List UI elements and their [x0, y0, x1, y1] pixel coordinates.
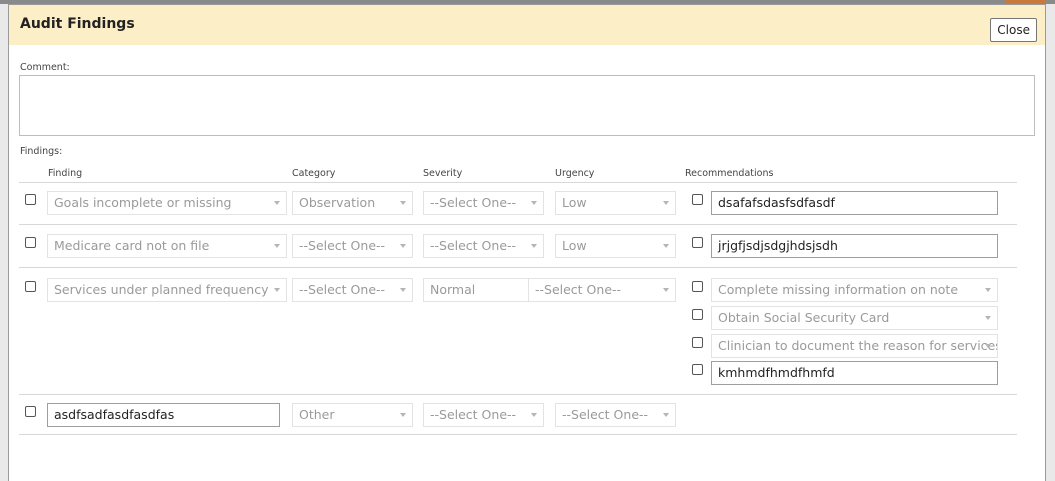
row-divider — [19, 434, 1017, 435]
caret-down-icon — [274, 288, 280, 292]
audit-findings-dialog: Audit Findings Close Comment: Findings: … — [8, 4, 1046, 481]
finding-select[interactable]: Goals incomplete or missing — [47, 191, 287, 215]
column-header-severity: Severity — [423, 168, 463, 179]
comment-textarea[interactable] — [19, 75, 1035, 136]
column-header-category: Category — [292, 168, 336, 179]
category-select[interactable]: --Select One-- — [292, 234, 413, 258]
recommendation-checkbox[interactable] — [692, 337, 703, 348]
row-divider — [19, 267, 1017, 268]
recommendation-select[interactable]: Obtain Social Security Card — [711, 306, 998, 330]
row-checkbox[interactable] — [25, 406, 36, 417]
severity-select[interactable]: --Select One-- — [423, 234, 544, 258]
findings-label: Findings: — [20, 146, 63, 157]
urgency-select-value: Low — [562, 195, 587, 210]
finding-select[interactable]: Services under planned frequency — [47, 278, 287, 302]
finding-select-value: Goals incomplete or missing — [54, 195, 232, 210]
recommendation-input[interactable]: dsafafsdasfsdfasdf — [711, 191, 998, 215]
recommendation-select-value: Complete missing information on note — [718, 282, 959, 297]
category-select[interactable]: Observation — [292, 191, 413, 215]
dialog-title: Audit Findings — [20, 16, 135, 32]
severity-select-value: --Select One-- — [430, 195, 517, 210]
urgency-select[interactable]: Low — [555, 234, 676, 258]
row-checkbox[interactable] — [25, 237, 36, 248]
row-divider — [19, 224, 1017, 225]
caret-down-icon — [531, 413, 537, 417]
recommendation-checkbox[interactable] — [692, 309, 703, 320]
category-select-value: --Select One-- — [299, 238, 386, 253]
severity-select-value: --Select One-- — [430, 407, 517, 422]
recommendation-select[interactable]: Clinician to document the reason for ser… — [711, 334, 998, 358]
caret-down-icon — [663, 288, 669, 292]
caret-down-icon — [985, 316, 991, 320]
recommendation-select-value: Obtain Social Security Card — [718, 310, 890, 325]
caret-down-icon — [663, 201, 669, 205]
caret-down-icon — [400, 244, 406, 248]
urgency-select-value: Low — [562, 238, 587, 253]
category-select-value: Observation — [299, 195, 376, 210]
caret-down-icon — [400, 201, 406, 205]
caret-down-icon — [400, 288, 406, 292]
recommendation-checkbox[interactable] — [692, 364, 703, 375]
finding-select[interactable]: Medicare card not on file — [47, 234, 287, 258]
category-select-value: Other — [299, 407, 335, 422]
recommendation-checkbox[interactable] — [692, 237, 703, 248]
finding-select-value: Services under planned frequency — [54, 282, 269, 297]
caret-down-icon — [663, 413, 669, 417]
finding-select-value: Medicare card not on file — [54, 238, 210, 253]
finding-input[interactable]: asdfsadfasdfasdfas — [47, 403, 280, 427]
caret-down-icon — [531, 201, 537, 205]
column-header-finding: Finding — [48, 168, 83, 179]
severity-select[interactable]: --Select One-- — [423, 191, 544, 215]
recommendation-select-value: Clinician to document the reason for ser… — [718, 338, 997, 353]
caret-down-icon — [985, 288, 991, 292]
header-divider — [19, 182, 1017, 183]
column-header-urgency: Urgency — [555, 168, 595, 179]
recommendation-checkbox[interactable] — [692, 281, 703, 292]
recommendation-select[interactable]: Complete missing information on note — [711, 278, 998, 302]
severity-select-value: Normal — [430, 282, 476, 297]
severity-select-value: --Select One-- — [430, 238, 517, 253]
urgency-select-value: --Select One-- — [535, 282, 622, 297]
close-button[interactable]: Close — [990, 18, 1037, 42]
urgency-select[interactable]: Low — [555, 191, 676, 215]
urgency-select[interactable]: --Select One-- — [555, 403, 676, 427]
recommendation-input[interactable]: kmhmdfhmdfhmfd — [711, 361, 998, 385]
caret-down-icon — [400, 413, 406, 417]
caret-down-icon — [274, 244, 280, 248]
caret-down-icon — [531, 244, 537, 248]
caret-down-icon — [274, 201, 280, 205]
recommendation-input[interactable]: jrjgfjsdjsdgjhdsjsdh — [711, 234, 998, 258]
caret-down-icon — [663, 244, 669, 248]
dialog-header: Audit Findings Close — [9, 5, 1045, 45]
severity-select[interactable]: --Select One-- — [423, 403, 544, 427]
row-divider — [19, 394, 1017, 395]
urgency-select-value: --Select One-- — [562, 407, 649, 422]
row-checkbox[interactable] — [25, 194, 36, 205]
row-checkbox[interactable] — [25, 281, 36, 292]
severity-select[interactable]: Normal — [423, 278, 544, 302]
category-select[interactable]: Other — [292, 403, 413, 427]
column-header-recommendations: Recommendations — [685, 168, 774, 179]
recommendation-checkbox[interactable] — [692, 194, 703, 205]
urgency-select[interactable]: --Select One-- — [528, 278, 676, 302]
comment-label: Comment: — [20, 62, 70, 73]
category-select-value: --Select One-- — [299, 282, 386, 297]
category-select[interactable]: --Select One-- — [292, 278, 413, 302]
caret-down-icon — [985, 344, 991, 348]
